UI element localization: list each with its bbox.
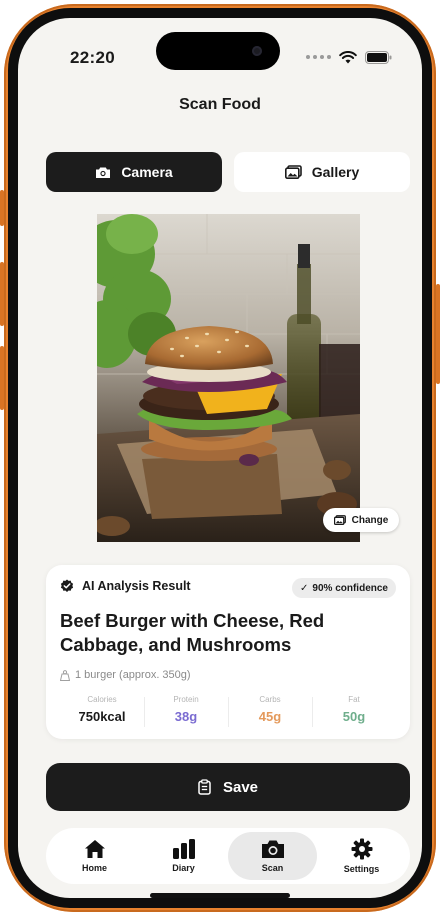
house-icon (84, 840, 105, 858)
macro-label: Carbs (259, 695, 281, 704)
analysis-result-card: AI Analysis Result ✓ 90% confidence Beef… (46, 565, 410, 739)
macro-label: Protein (173, 695, 199, 704)
save-label: Save (222, 778, 259, 796)
food-name: Beef Burger with Cheese, Red Cabbage, an… (60, 610, 325, 655)
tab-home[interactable]: Home (50, 832, 139, 880)
status-indicators (306, 48, 392, 66)
battery-icon (365, 50, 392, 64)
volume-up-button (0, 262, 4, 326)
macro-label: Fat (348, 695, 360, 704)
dynamic-island (156, 32, 280, 70)
gallery-small-icon (333, 515, 346, 525)
macro-label: Calories (87, 695, 117, 704)
tab-diary[interactable]: Diary (139, 832, 228, 880)
wifi-icon (339, 50, 357, 63)
gallery-icon (284, 165, 302, 179)
front-camera-icon (252, 46, 262, 56)
gear-icon (351, 838, 372, 860)
confidence-text: 90% confidence (312, 582, 388, 594)
portion-size: 1 burger (approx. 350g) (60, 669, 191, 681)
camera-source-label: Camera (121, 164, 173, 180)
tab-label: Settings (343, 864, 380, 874)
verified-badge-icon (60, 579, 74, 592)
signal-dots-icon (306, 55, 331, 59)
tab-label: Diary (172, 863, 195, 873)
save-button[interactable]: Save (46, 763, 410, 811)
macro-value: 38g (174, 709, 198, 724)
status-time: 22:20 (70, 48, 115, 67)
home-indicator (150, 893, 290, 898)
portion-text: 1 burger (approx. 350g) (75, 669, 191, 681)
clipboard-icon (198, 779, 211, 795)
bar-chart-icon (172, 839, 195, 859)
food-photo (97, 214, 360, 542)
tab-label: Home (81, 863, 107, 873)
macro-value: 50g (342, 709, 366, 724)
check-icon: ✓ (300, 582, 309, 594)
change-photo-label: Change (351, 514, 389, 526)
action-button (0, 190, 4, 226)
macro-calories: Calories 750kcal (60, 695, 144, 729)
power-button (436, 284, 440, 384)
bottom-tab-bar: Home Diary Scan Settings (46, 828, 410, 884)
change-photo-button[interactable]: Change (323, 508, 399, 532)
macros-row: Calories 750kcal Protein 38g Carbs 45g F… (60, 695, 396, 729)
tab-scan[interactable]: Scan (228, 832, 317, 880)
tab-settings[interactable]: Settings (317, 832, 406, 880)
macro-carbs: Carbs 45g (228, 695, 312, 729)
gallery-source-label: Gallery (311, 164, 360, 180)
tab-label: Scan (261, 863, 284, 873)
page-title: Scan Food (179, 96, 261, 113)
analysis-header: AI Analysis Result (60, 579, 191, 593)
gallery-source-button[interactable]: Gallery (234, 152, 410, 192)
camera-icon (96, 167, 111, 178)
app-screen: 22:20 Scan Food Camera Gallery Change AI… (18, 18, 422, 898)
burger-illustration (97, 214, 360, 542)
analysis-heading: AI Analysis Result (82, 579, 191, 593)
macro-value: 45g (258, 709, 282, 724)
camera-source-button[interactable]: Camera (46, 152, 222, 192)
weight-icon (60, 669, 70, 681)
confidence-badge: ✓ 90% confidence (292, 578, 396, 598)
macro-fat: Fat 50g (312, 695, 396, 729)
macro-value: 750kcal (78, 709, 126, 724)
volume-down-button (0, 346, 4, 410)
device-bezel: 22:20 Scan Food Camera Gallery Change AI… (8, 8, 432, 908)
macro-protein: Protein 38g (144, 695, 228, 729)
camera-icon (261, 840, 284, 858)
